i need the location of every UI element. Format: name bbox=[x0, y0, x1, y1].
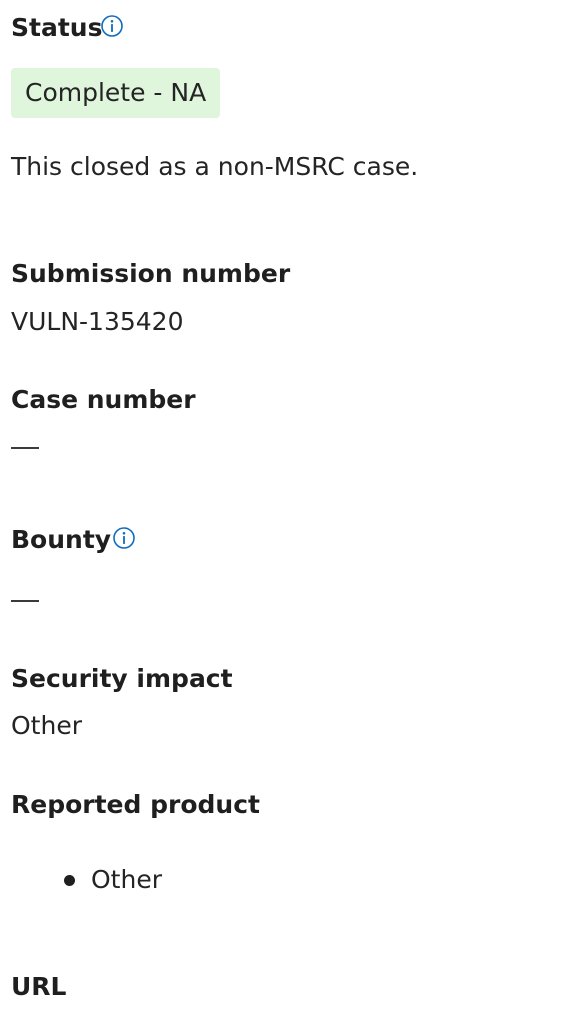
reported-product-label: Reported product bbox=[11, 790, 260, 819]
case-number-empty-value bbox=[11, 447, 39, 449]
security-impact-value: Other bbox=[11, 711, 82, 740]
url-label: URL bbox=[11, 972, 67, 1001]
list-bullet bbox=[64, 875, 75, 886]
submission-number-value: VULN-135420 bbox=[11, 307, 184, 336]
bounty-empty-value bbox=[11, 600, 39, 602]
security-impact-label: Security impact bbox=[11, 664, 233, 693]
case-number-label: Case number bbox=[11, 385, 196, 414]
bounty-info-icon[interactable] bbox=[112, 526, 136, 550]
submission-details: Status Complete - NA This closed as a no… bbox=[0, 0, 562, 1028]
info-icon bbox=[101, 15, 123, 37]
reported-product-item: Other bbox=[91, 865, 162, 894]
status-info-icon[interactable] bbox=[100, 14, 124, 38]
bounty-label: Bounty bbox=[11, 525, 112, 554]
status-badge: Complete - NA bbox=[11, 68, 221, 118]
status-label: Status bbox=[11, 13, 103, 42]
status-description: This closed as a non-MSRC case. bbox=[11, 152, 419, 181]
info-icon bbox=[113, 527, 135, 549]
submission-number-label: Submission number bbox=[11, 259, 291, 288]
